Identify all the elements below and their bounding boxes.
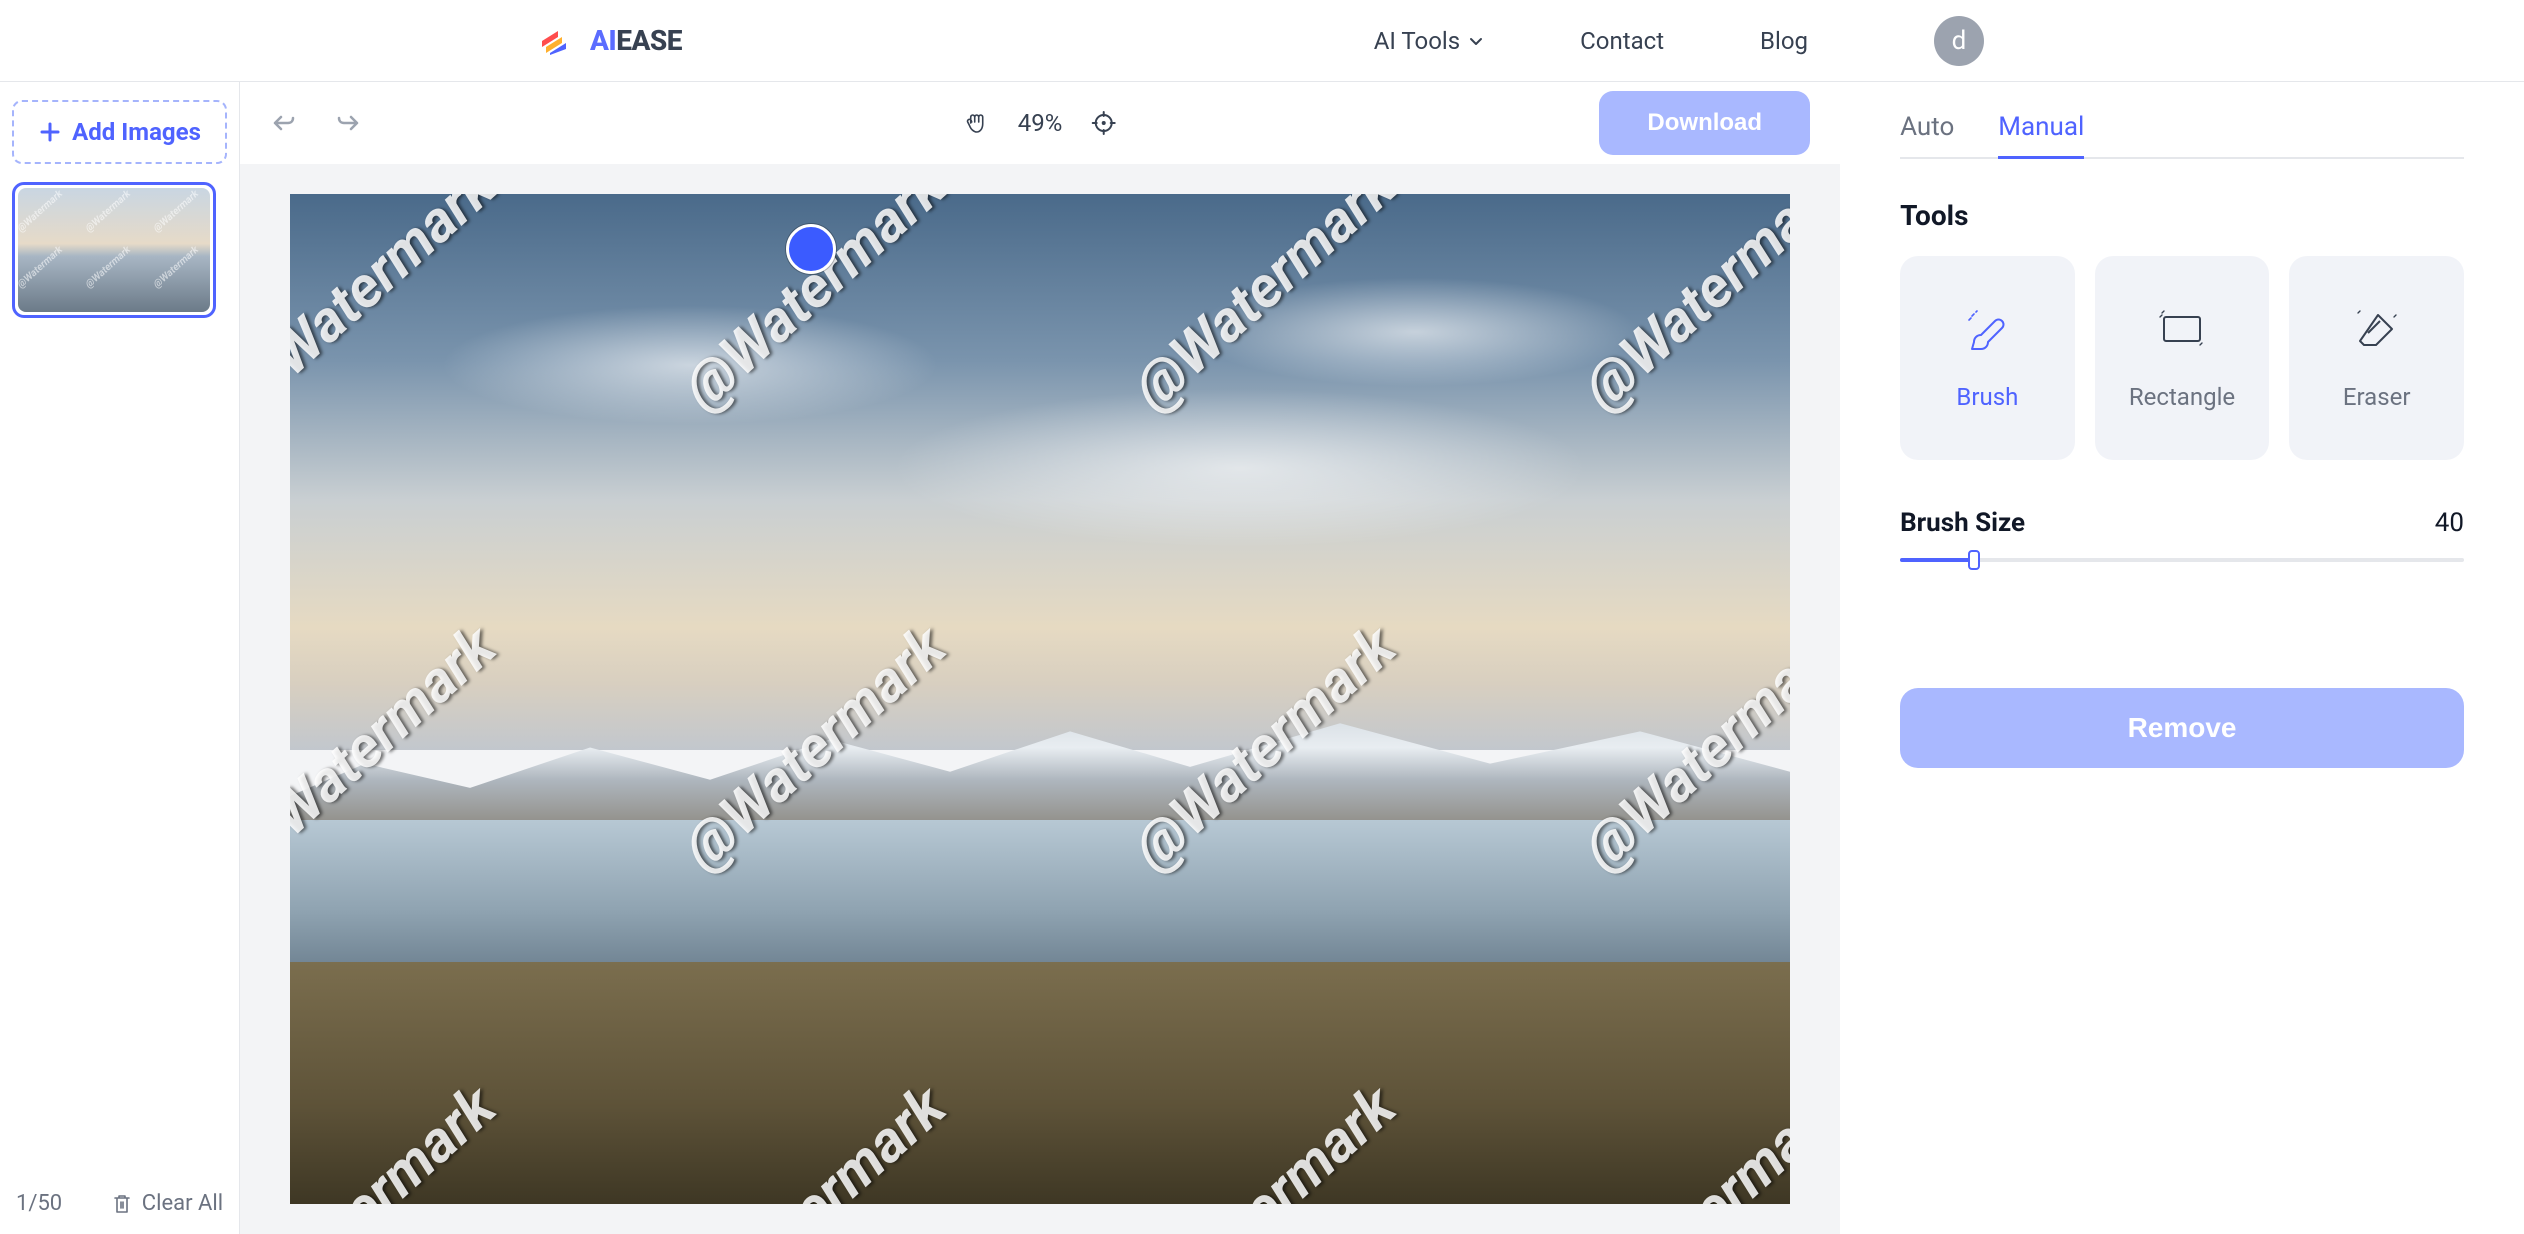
add-images-button[interactable]: Add Images	[12, 100, 227, 164]
redo-icon[interactable]	[334, 109, 362, 137]
undo-icon[interactable]	[270, 109, 298, 137]
nav-ai-tools-label: AI Tools	[1374, 27, 1460, 55]
brush-size-slider[interactable]	[1900, 552, 2464, 568]
tab-manual-label: Manual	[1998, 112, 2084, 142]
slider-fill	[1900, 558, 1973, 562]
chevron-down-icon	[1468, 33, 1484, 49]
tool-eraser[interactable]: Eraser	[2289, 256, 2464, 460]
image-canvas[interactable]: @Watermark @Watermark @Watermark @Waterm…	[290, 194, 1790, 1204]
tool-brush[interactable]: Brush	[1900, 256, 2075, 460]
nav-contact[interactable]: Contact	[1580, 27, 1664, 55]
logo-text: AIEASE	[590, 24, 682, 57]
plus-icon	[38, 120, 62, 144]
brush-icon	[1963, 305, 2011, 353]
tool-rectangle-label: Rectangle	[2129, 383, 2235, 411]
avatar[interactable]: d	[1934, 16, 1984, 66]
rectangle-icon	[2158, 305, 2206, 353]
tool-rectangle[interactable]: Rectangle	[2095, 256, 2270, 460]
tool-brush-label: Brush	[1956, 383, 2018, 411]
tab-manual[interactable]: Manual	[1998, 112, 2084, 159]
tools-section-title: Tools	[1900, 199, 2464, 232]
trash-icon	[112, 1193, 132, 1215]
zoom-percent: 49%	[1018, 109, 1063, 137]
brush-cursor	[786, 224, 836, 274]
nav-blog-label: Blog	[1760, 27, 1808, 55]
remove-button[interactable]: Remove	[1900, 688, 2464, 768]
logo-icon	[540, 27, 580, 55]
canvas-sky	[290, 194, 1790, 750]
eraser-icon	[2353, 305, 2401, 353]
hand-icon[interactable]	[964, 110, 990, 136]
remove-label: Remove	[2128, 712, 2237, 743]
logo[interactable]: AIEASE	[540, 24, 682, 57]
download-button[interactable]: Download	[1599, 91, 1810, 155]
nav-blog[interactable]: Blog	[1760, 27, 1808, 55]
canvas-ground	[290, 962, 1790, 1204]
tab-auto-label: Auto	[1900, 112, 1954, 142]
nav-contact-label: Contact	[1580, 27, 1664, 55]
crosshair-icon[interactable]	[1090, 110, 1116, 136]
slider-thumb[interactable]	[1968, 550, 1980, 570]
slider-track	[1900, 558, 2464, 562]
add-images-label: Add Images	[72, 118, 201, 146]
avatar-initial: d	[1952, 26, 1967, 56]
nav-ai-tools[interactable]: AI Tools	[1374, 27, 1484, 55]
brush-size-label: Brush Size	[1900, 508, 2025, 538]
clear-all-button[interactable]: Clear All	[112, 1191, 223, 1216]
tab-auto[interactable]: Auto	[1900, 112, 1954, 157]
thumbnail-1[interactable]: @Watermark @Watermark @Watermark @Waterm…	[12, 182, 216, 318]
clear-all-label: Clear All	[142, 1191, 223, 1216]
brush-size-value: 40	[2435, 508, 2464, 538]
download-label: Download	[1647, 109, 1762, 136]
image-counter: 1/50	[16, 1191, 62, 1216]
tool-eraser-label: Eraser	[2343, 383, 2411, 411]
thumbnail-image: @Watermark @Watermark @Watermark @Waterm…	[18, 188, 210, 312]
